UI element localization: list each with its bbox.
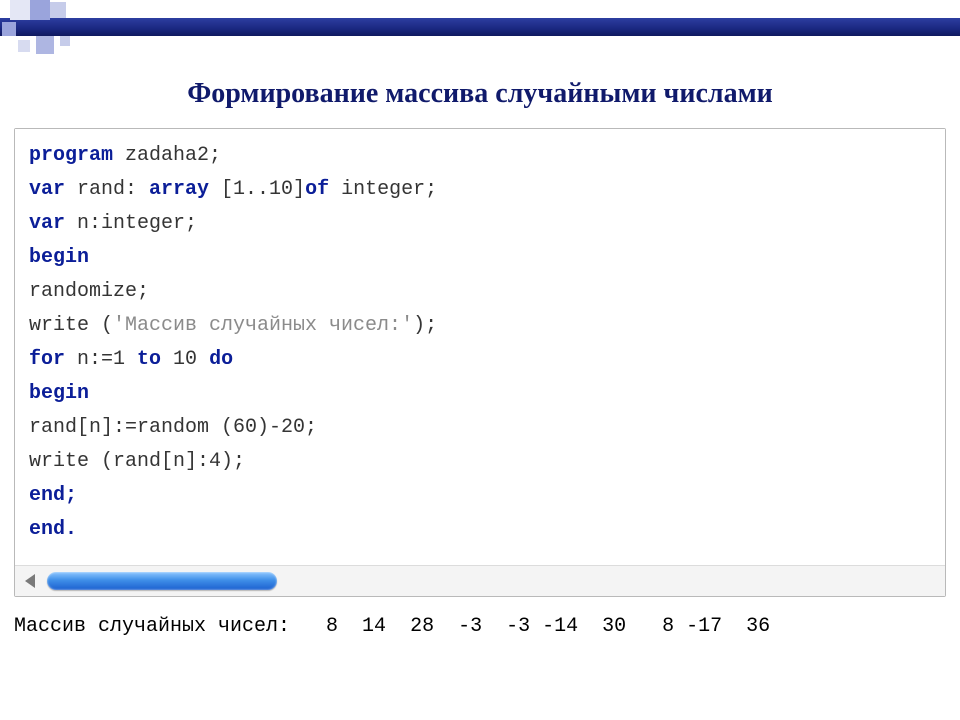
horizontal-scrollbar[interactable] <box>15 565 945 596</box>
header-decoration <box>0 0 960 56</box>
decor-square <box>60 36 70 46</box>
decor-square <box>30 0 50 20</box>
decor-square <box>50 2 66 18</box>
code-panel: program zadaha2; var rand: array [1..10]… <box>14 128 946 597</box>
decor-square <box>36 36 54 54</box>
page-title: Формирование массива случайными числами <box>0 78 960 110</box>
code-listing: program zadaha2; var rand: array [1..10]… <box>15 129 945 565</box>
decor-square <box>2 22 16 36</box>
decor-square <box>18 40 30 52</box>
decor-square <box>10 0 30 20</box>
output-text: Массив случайных чисел: 8 14 28 -3 -3 -1… <box>14 615 770 638</box>
scroll-left-icon[interactable] <box>25 574 35 588</box>
program-output: Массив случайных чисел: 8 14 28 -3 -3 -1… <box>14 615 946 638</box>
header-stripe <box>0 18 960 36</box>
scroll-thumb[interactable] <box>47 572 277 590</box>
